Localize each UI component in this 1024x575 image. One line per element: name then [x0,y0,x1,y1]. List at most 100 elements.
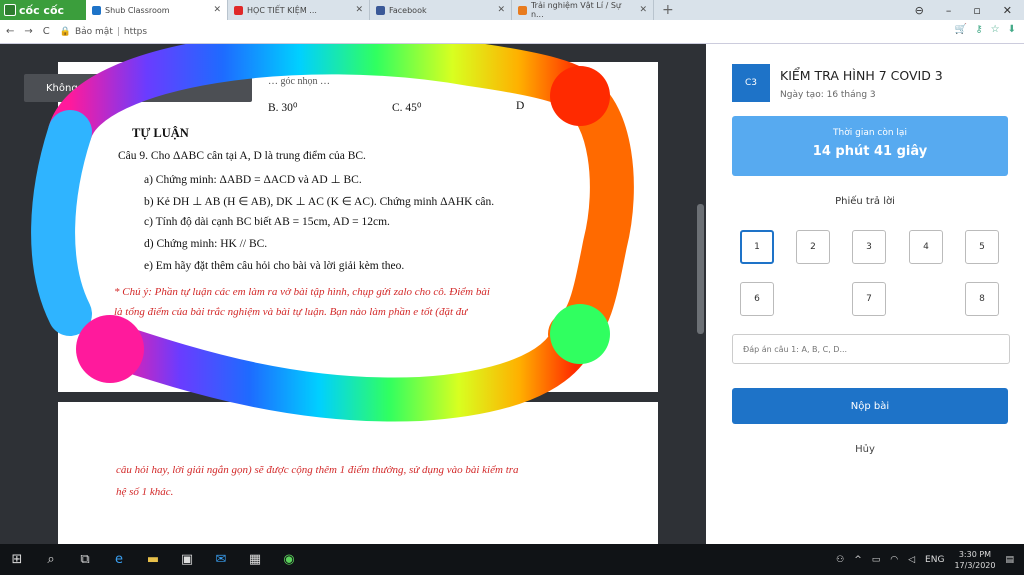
tab-vat-li[interactable]: Trải nghiệm Vật Lí / Sự n... ✕ [512,0,654,20]
question-part: c) Tính độ dài cạnh BC biết AB = 15cm, A… [144,216,390,228]
question-part: e) Em hãy đặt thêm câu hỏi cho bài và lờ… [144,260,405,272]
close-icon[interactable]: ✕ [213,5,221,15]
browser-tab-bar: cốc cốc Shub Classroom ✕ HỌC TIẾT KIỆM .… [0,0,1024,20]
minimize-icon[interactable]: – [946,4,952,17]
question-button-8[interactable]: 8 [965,282,999,316]
account-icon[interactable]: ⊖ [915,4,924,17]
option-d: D [516,100,525,112]
back-icon[interactable]: ← [6,26,14,37]
quiz-avatar: C3 [732,64,770,102]
notification-icon[interactable]: ▤ [1005,555,1014,565]
page-icon [518,5,527,15]
wifi-icon[interactable]: ◠ [890,555,898,565]
tab-youtube[interactable]: HỌC TIẾT KIỆM ... ✕ [228,0,370,20]
question-part: b) Kẻ DH ⊥ AB (H ∈ AB), DK ⊥ AC (K ∈ AC)… [144,196,495,208]
tab-shub-classroom[interactable]: Shub Classroom ✕ [86,0,228,20]
tab-label: HỌC TIẾT KIỆM ... [247,5,317,15]
note-line: câu hỏi hay, lời giải ngắn gọn) sẽ được … [116,464,519,476]
task-view-icon[interactable]: ⧉ [68,544,102,575]
section-title: TỰ LUẬN [132,126,189,140]
question-intro: Câu 9. Cho ΔABC cân tại A, D là trung đi… [118,150,366,162]
cart-icon[interactable]: 🛒 [955,24,967,35]
new-tab-button[interactable]: + [654,2,682,18]
clock-date: 17/3/2020 [954,560,996,570]
omnibox[interactable]: 🔒 Bảo mật | https [60,27,147,37]
document-scrollbar[interactable] [697,204,704,334]
partial-question: … góc nhọn … [268,76,330,87]
lock-icon: 🔒 [59,26,71,37]
clock[interactable]: 3:30 PM 17/3/2020 [954,549,995,571]
store-icon[interactable]: ▣ [170,544,204,575]
tab-label: Trải nghiệm Vật Lí / Sự n... [530,1,621,19]
download-icon[interactable]: ⬇ [1008,24,1016,35]
question-button-5[interactable]: 5 [965,230,999,264]
question-button-3[interactable]: 3 [852,230,886,264]
quiz-title: KIỂM TRA HÌNH 7 COVID 3 [780,68,943,83]
forward-icon[interactable]: → [24,26,32,37]
volume-icon[interactable]: ◁ [908,555,915,565]
taskbar: ⊞ ⌕ ⧉ e ▬ ▣ ✉ ▦ ◉ ⚇ ^ ▭ ◠ ◁ ENG 3:30 PM … [0,544,1024,575]
question-part: a) Chứng minh: ΔABD = ΔACD và AD ⊥ BC. [144,174,362,186]
url-text: https [123,26,148,37]
toolbar-label: Không [46,82,78,94]
maximize-icon[interactable]: ▫ [973,4,980,17]
coccoc-taskbar-icon[interactable]: ◉ [272,544,306,575]
answer-sheet-title: Phiếu trả lời [835,196,895,207]
youtube-icon [234,5,243,15]
question-part: d) Chứng minh: HK // BC. [144,238,268,250]
document-viewer: … góc nhọn … B. 30⁰ C. 45⁰ D TỰ LUẬN Câu… [0,44,706,544]
question-button-6[interactable]: 6 [740,282,774,316]
mail-icon[interactable]: ✉ [204,544,238,575]
key-icon[interactable]: ⚷ [975,24,982,35]
extension-icons: 🛒 ⚷ ☆ ⬇ [955,24,1016,35]
note-line: là tổng điểm của bài trắc nghiệm và bài … [114,306,468,318]
file-explorer-icon[interactable]: ▬ [136,544,170,575]
brand-label: cốc cốc [19,3,65,17]
search-icon[interactable]: ⌕ [34,544,68,575]
clock-time: 3:30 PM [958,549,992,559]
coccoc-logo-icon [4,4,16,16]
tab-facebook[interactable]: Facebook ✕ [370,0,512,20]
people-icon[interactable]: ⚇ [836,555,844,565]
document-page: câu hỏi hay, lời giải ngắn gọn) sẽ được … [58,402,658,544]
battery-icon[interactable]: ▭ [872,555,881,565]
address-bar: ← → C 🔒 Bảo mật | https 🛒 ⚷ ☆ ⬇ [0,20,1024,44]
tab-label: Shub Classroom [105,5,170,15]
timer-value: 14 phút 41 giây [812,144,928,159]
quiz-date: Ngày tạo: 16 tháng 3 [780,90,876,100]
coccoc-brand[interactable]: cốc cốc [0,0,86,20]
language-indicator[interactable]: ENG [925,555,944,565]
document-page: … góc nhọn … B. 30⁰ C. 45⁰ D TỰ LUẬN Câu… [58,62,658,392]
tab-label: Facebook [389,5,427,15]
note-line: hệ số 1 khác. [116,486,174,498]
note-line: * Chú ý: Phần tự luận các em làm ra vở b… [114,286,490,298]
facebook-icon [376,5,385,15]
question-button-1[interactable]: 1 [740,230,774,264]
edge-icon[interactable]: e [102,544,136,575]
submit-button[interactable]: Nộp bài [732,388,1008,424]
quiz-panel: C3 KIỂM TRA HÌNH 7 COVID 3 Ngày tạo: 16 … [706,44,1024,544]
close-icon[interactable]: ✕ [355,5,363,15]
close-window-icon[interactable]: ✕ [1003,4,1012,17]
timer-label: Thời gian còn lại [833,128,907,138]
windows-start-icon[interactable]: ⊞ [0,544,34,575]
question-button-2[interactable]: 2 [796,230,830,264]
option-b: B. 30⁰ [268,102,298,114]
viewer-toolbar[interactable]: Không [24,74,252,102]
timer-box: Thời gian còn lại 14 phút 41 giây [732,116,1008,176]
option-c: C. 45⁰ [392,102,422,114]
reload-icon[interactable]: C [43,26,50,37]
answer-input[interactable] [732,334,1010,364]
chevron-up-icon[interactable]: ^ [854,555,862,565]
window-controls: ⊖ – ▫ ✕ [915,0,1024,20]
shub-icon [92,5,101,15]
star-icon[interactable]: ☆ [991,24,1000,35]
close-icon[interactable]: ✕ [639,5,647,15]
question-button-4[interactable]: 4 [909,230,943,264]
system-tray: ⚇ ^ ▭ ◠ ◁ ENG 3:30 PM 17/3/2020 ▤ [836,544,1014,575]
app-icon[interactable]: ▦ [238,544,272,575]
cancel-link[interactable]: Hủy [706,444,1024,455]
question-button-7[interactable]: 7 [852,282,886,316]
security-label: Bảo mật [74,26,113,37]
close-icon[interactable]: ✕ [497,5,505,15]
